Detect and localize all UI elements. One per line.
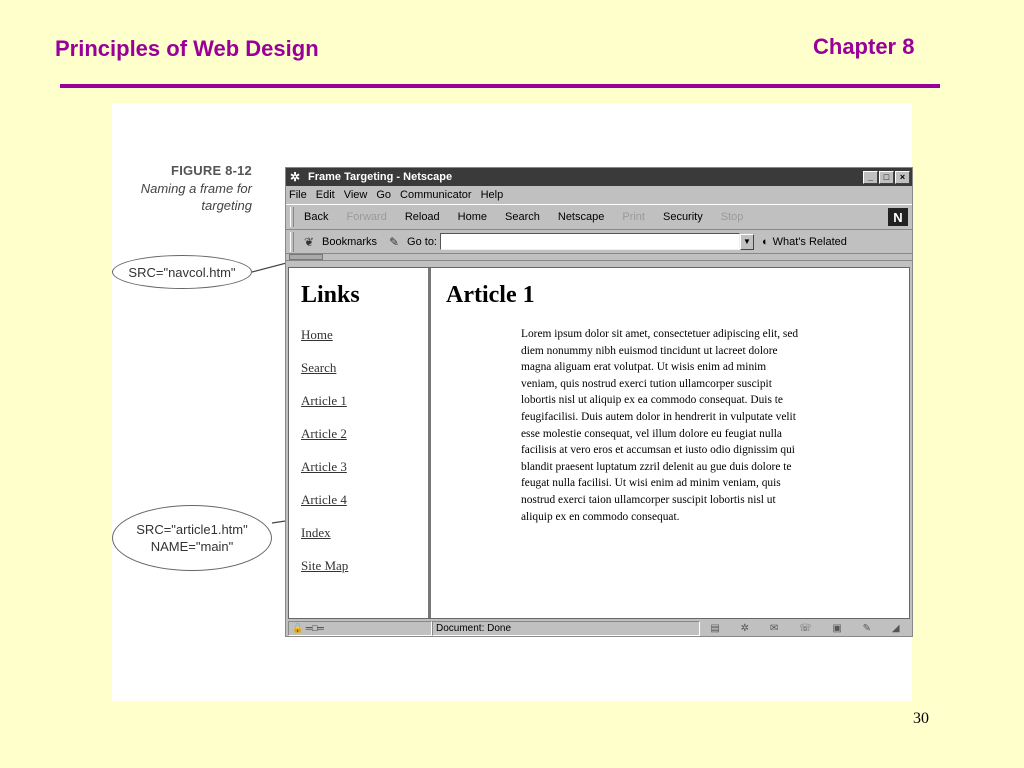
discussions-icon[interactable]: ☏ [799,623,812,634]
nav-link-index[interactable]: Index [301,525,428,541]
netscape-window-icon: ✲ [290,169,301,184]
bookmarks-button[interactable]: Bookmarks [322,236,377,248]
window-controls: _ □ × [863,170,912,184]
nav-link-article-3[interactable]: Article 3 [301,459,428,475]
figure-caption: FIGURE 8-12 Naming a frame for targeting [141,163,252,214]
menu-view[interactable]: View [344,189,368,201]
nav-link-site-map[interactable]: Site Map [301,558,428,574]
forward-button[interactable]: Forward [346,211,386,223]
location-dropdown-icon[interactable]: ▼ [740,233,754,250]
collapsed-toolbar-tab[interactable] [286,254,912,261]
slide-title: Principles of Web Design [55,36,319,61]
toolbar-grip[interactable] [290,207,294,227]
figure-caption-line-1: Naming a frame for [140,181,252,196]
print-button[interactable]: Print [622,211,645,223]
whats-related-button[interactable]: What's Related [773,236,847,248]
article-body: Lorem ipsum dolor sit amet, consectetuer… [521,328,799,523]
callout-navcol-text: SRC="navcol.htm" [128,264,236,280]
close-button[interactable]: × [895,170,910,184]
navigator-icon[interactable]: ✲ [741,623,749,634]
component-bar: ▤ ✲ ✉ ☏ ▣ ✎ ◢ [700,621,910,636]
progress-indicator-icon: ▤ [710,622,720,634]
window-title: Frame Targeting - Netscape [308,171,453,183]
navigation-toolbar: Back Forward Reload Home Search Netscape… [286,204,912,230]
home-button[interactable]: Home [458,211,487,223]
menu-file[interactable]: File [289,189,307,201]
callout-main-name: NAME="main" [150,539,234,554]
callout-main-src: SRC="article1.htm" [136,522,248,537]
page-number: 30 [913,710,929,727]
maximize-button[interactable]: □ [879,170,894,184]
figure-caption-text: Naming a frame for targeting [141,180,252,214]
resize-grip-icon[interactable]: ◢ [892,623,900,634]
nav-link-search[interactable]: Search [301,360,428,376]
netscape-logo-icon: N [888,208,908,226]
search-button[interactable]: Search [505,211,540,223]
reload-button[interactable]: Reload [405,211,440,223]
netscape-button[interactable]: Netscape [558,211,604,223]
location-toolbar-grip[interactable] [290,231,294,252]
menu-edit[interactable]: Edit [316,189,335,201]
whats-related-icon[interactable]: ◐ [762,236,769,248]
slide-chapter: Chapter 8 [813,34,915,59]
nav-link-article-2[interactable]: Article 2 [301,426,428,442]
page-proxy-icon[interactable]: ✎ [389,235,407,249]
bookmarks-icon[interactable]: ❦ [304,235,322,249]
menu-communicator[interactable]: Communicator [400,189,472,201]
nav-link-home[interactable]: Home [301,327,428,343]
status-bar: 🔓 ═□═ Document: Done ▤ ✲ ✉ ☏ ▣ ✎ ◢ [288,620,910,636]
location-toolbar: ❦ Bookmarks ✎ Go to: ▼ ◐ What's Related [286,230,912,254]
minimize-button[interactable]: _ [863,170,878,184]
menu-go[interactable]: Go [376,189,391,201]
figure-caption-line-2: targeting [201,198,252,213]
security-button[interactable]: Security [663,211,703,223]
article-heading: Article 1 [446,282,535,308]
figure-panel: FIGURE 8-12 Naming a frame for targeting… [112,103,913,701]
nav-link-article-1[interactable]: Article 1 [301,393,428,409]
location-input[interactable] [440,233,740,250]
security-lock-icon[interactable]: 🔓 ═□═ [288,620,432,636]
title-divider [60,84,940,88]
nav-heading: Links [301,282,360,308]
main-frame: Article 1 Lorem ipsum dolor sit amet, co… [434,268,909,618]
callout-navcol-src: SRC="navcol.htm" [112,255,252,289]
callout-main-frame: SRC="article1.htm" NAME="main" [112,505,272,571]
composer-icon[interactable]: ▣ [832,623,841,634]
mail-icon[interactable]: ✉ [770,623,778,634]
window-titlebar: ✲ Frame Targeting - Netscape _ □ × [286,168,912,186]
nav-link-article-4[interactable]: Article 4 [301,492,428,508]
status-text: Document: Done [432,620,700,636]
nav-frame: Links Home Search Article 1 Article 2 Ar… [289,268,431,618]
menu-bar: File Edit View Go Communicator Help [286,186,912,204]
frameset: Links Home Search Article 1 Article 2 Ar… [288,267,910,619]
browser-window: ✲ Frame Targeting - Netscape _ □ × File … [285,167,913,637]
figure-label: FIGURE 8-12 [171,163,252,178]
menu-help[interactable]: Help [481,189,504,201]
goto-label: Go to: [407,235,437,248]
back-button[interactable]: Back [304,211,328,223]
stop-button[interactable]: Stop [721,211,744,223]
edit-icon[interactable]: ✎ [863,623,871,634]
